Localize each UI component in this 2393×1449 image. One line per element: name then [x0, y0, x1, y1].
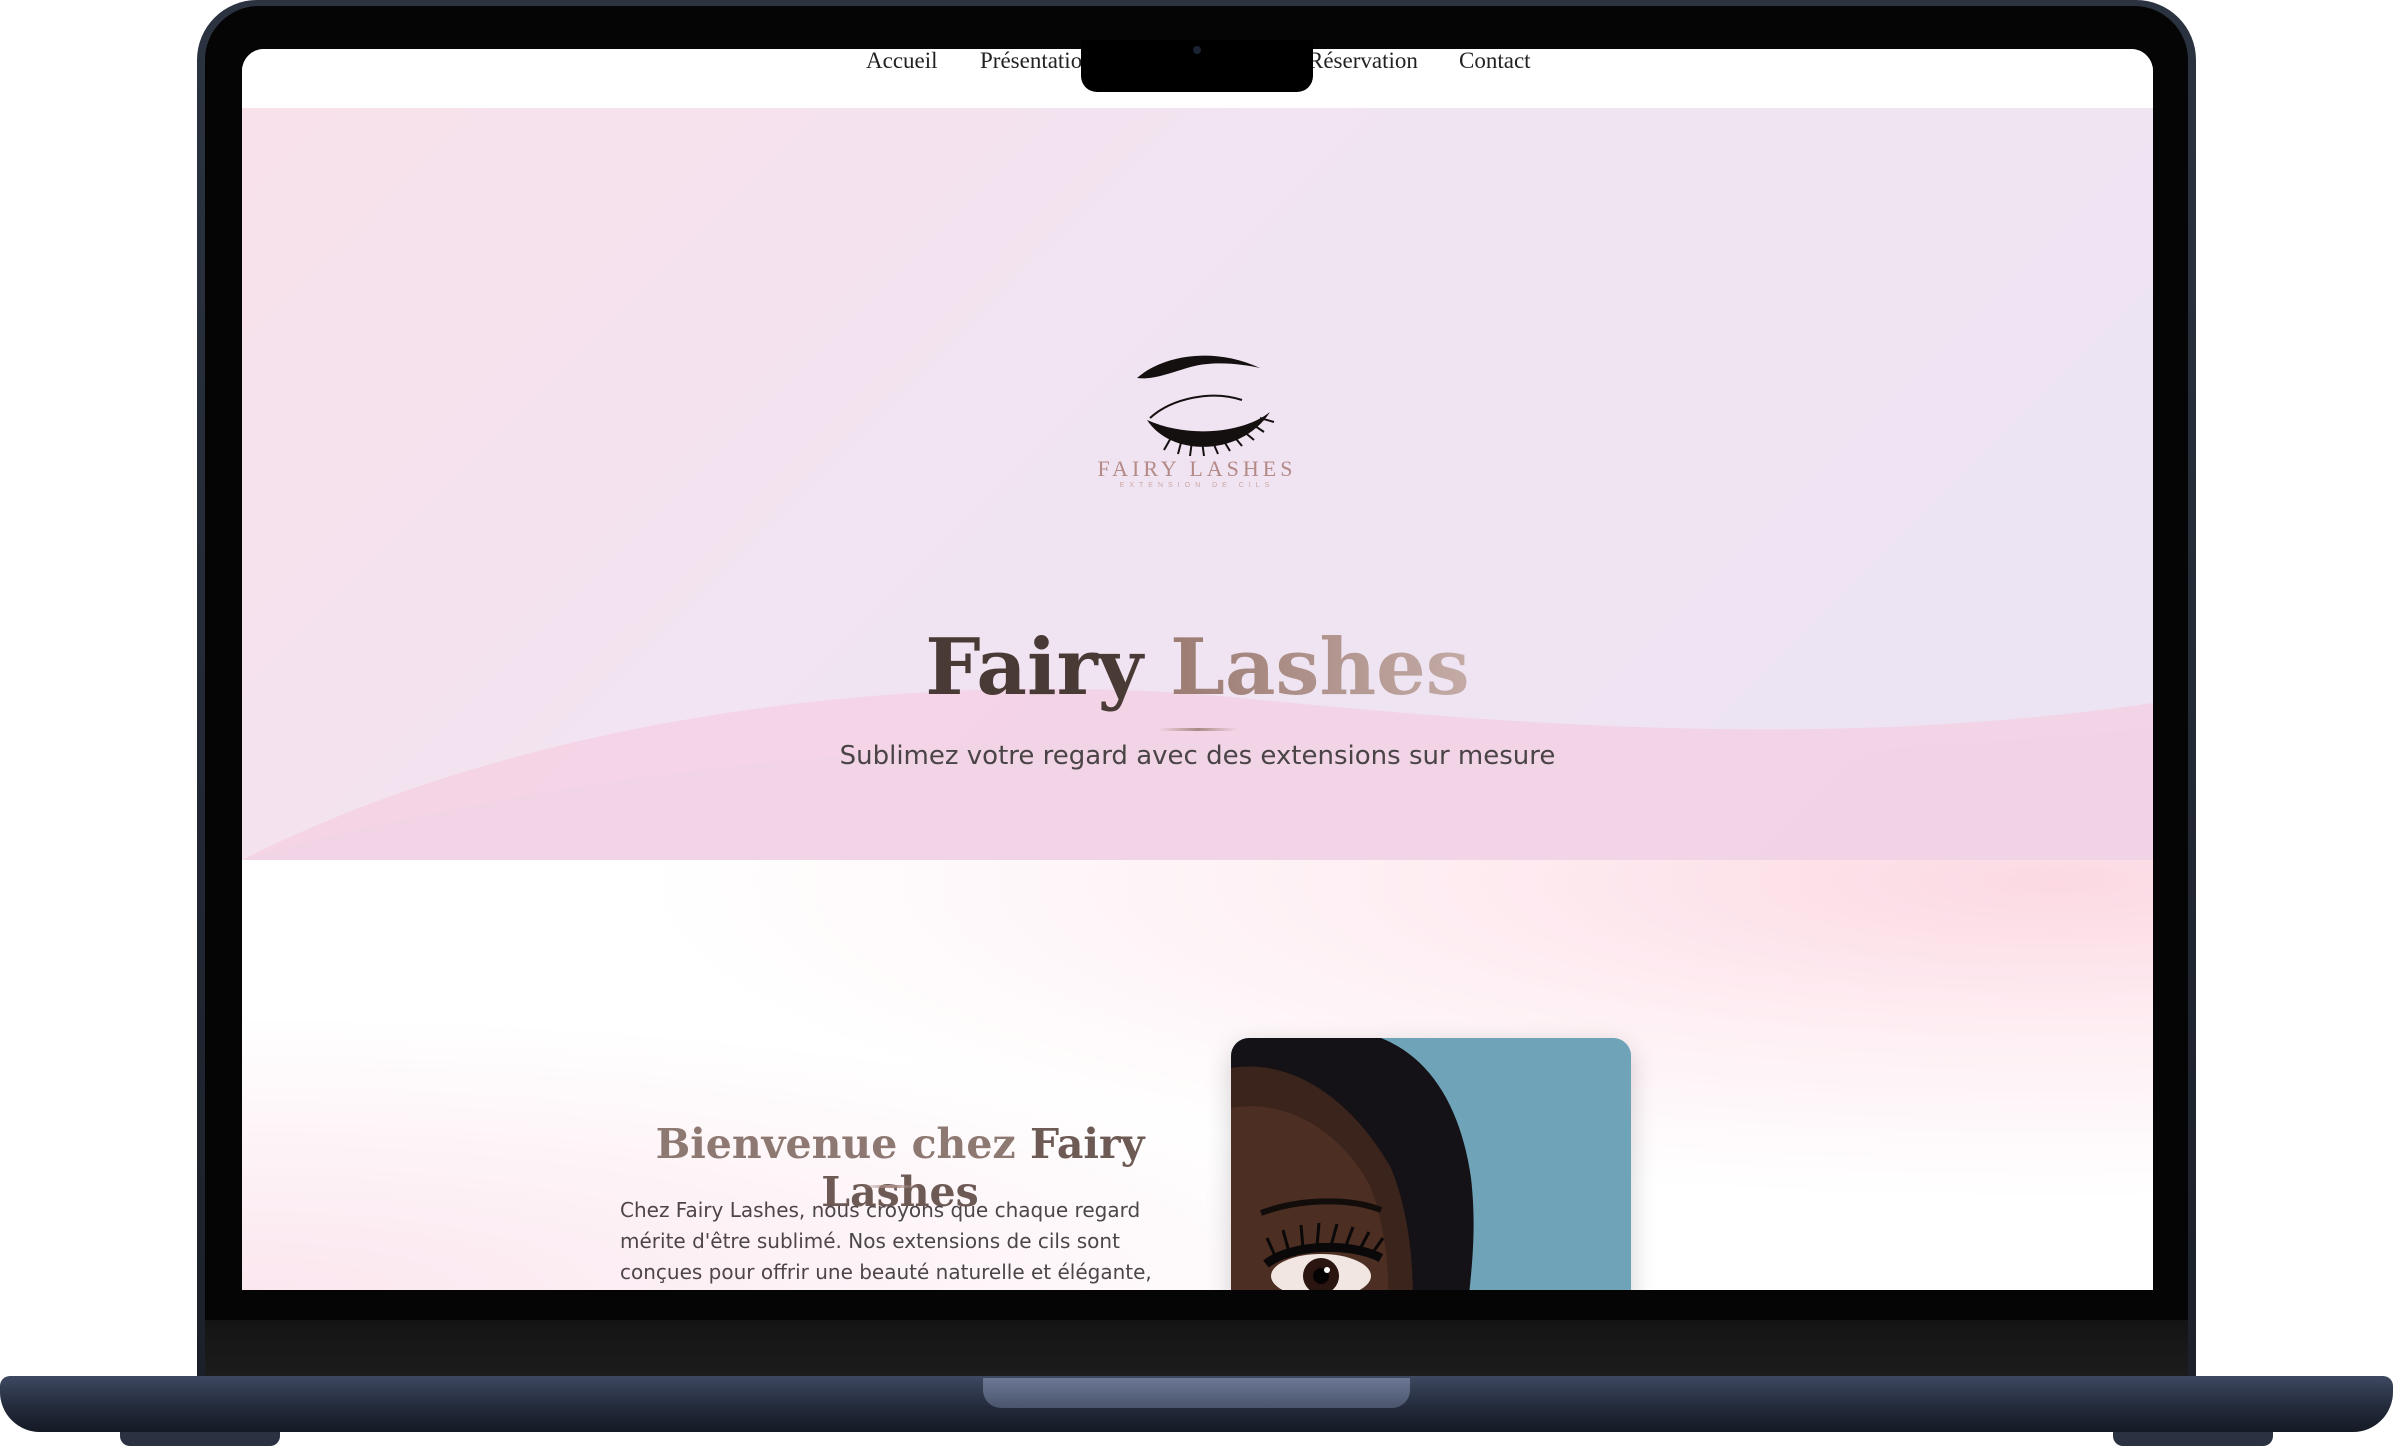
welcome-title-divider [862, 1185, 922, 1188]
hero-title: Fairy Lashes [242, 623, 2153, 713]
laptop-foot-right [2113, 1432, 2273, 1446]
nav-item-reservation[interactable]: Réservation [1308, 49, 1418, 73]
welcome-title-part1: Bienvenue chez [655, 1120, 1016, 1168]
laptop-chin [205, 1320, 2188, 1376]
model-portrait-image [1231, 1038, 1631, 1290]
webcam-icon [1193, 46, 1201, 54]
logo-tagline: EXTENSION DE CILS [1119, 482, 1275, 489]
eye-lashes-logo-icon [1137, 355, 1275, 457]
nav-item-accueil[interactable]: Accueil [866, 49, 938, 73]
welcome-background [242, 860, 2153, 1290]
browser-viewport: Accueil Présentatio Réservation Contact [242, 49, 2153, 1290]
welcome-section: Bienvenue chez Fairy Lashes Chez Fairy L… [242, 860, 2153, 1290]
hero-section: FAIRY LASHES EXTENSION DE CILS Fairy Las… [242, 108, 2153, 860]
brand-logo: FAIRY LASHES EXTENSION DE CILS [1092, 338, 1302, 498]
laptop-opening-notch [983, 1378, 1410, 1408]
model-photo [1231, 1038, 1631, 1290]
nav-item-presentation[interactable]: Présentatio [980, 49, 1082, 73]
logo-wordmark: FAIRY LASHES [1097, 456, 1297, 481]
welcome-paragraph: Chez Fairy Lashes, nous croyons que chaq… [620, 1198, 1152, 1284]
hero-title-part1: Fairy [925, 622, 1143, 713]
hero-title-part2: Lashes [1170, 622, 1470, 713]
nav-item-contact[interactable]: Contact [1459, 49, 1531, 73]
hero-title-divider [1159, 728, 1237, 731]
laptop-foot-left [120, 1432, 280, 1446]
hero-subtitle: Sublimez votre regard avec des extension… [839, 741, 1556, 771]
